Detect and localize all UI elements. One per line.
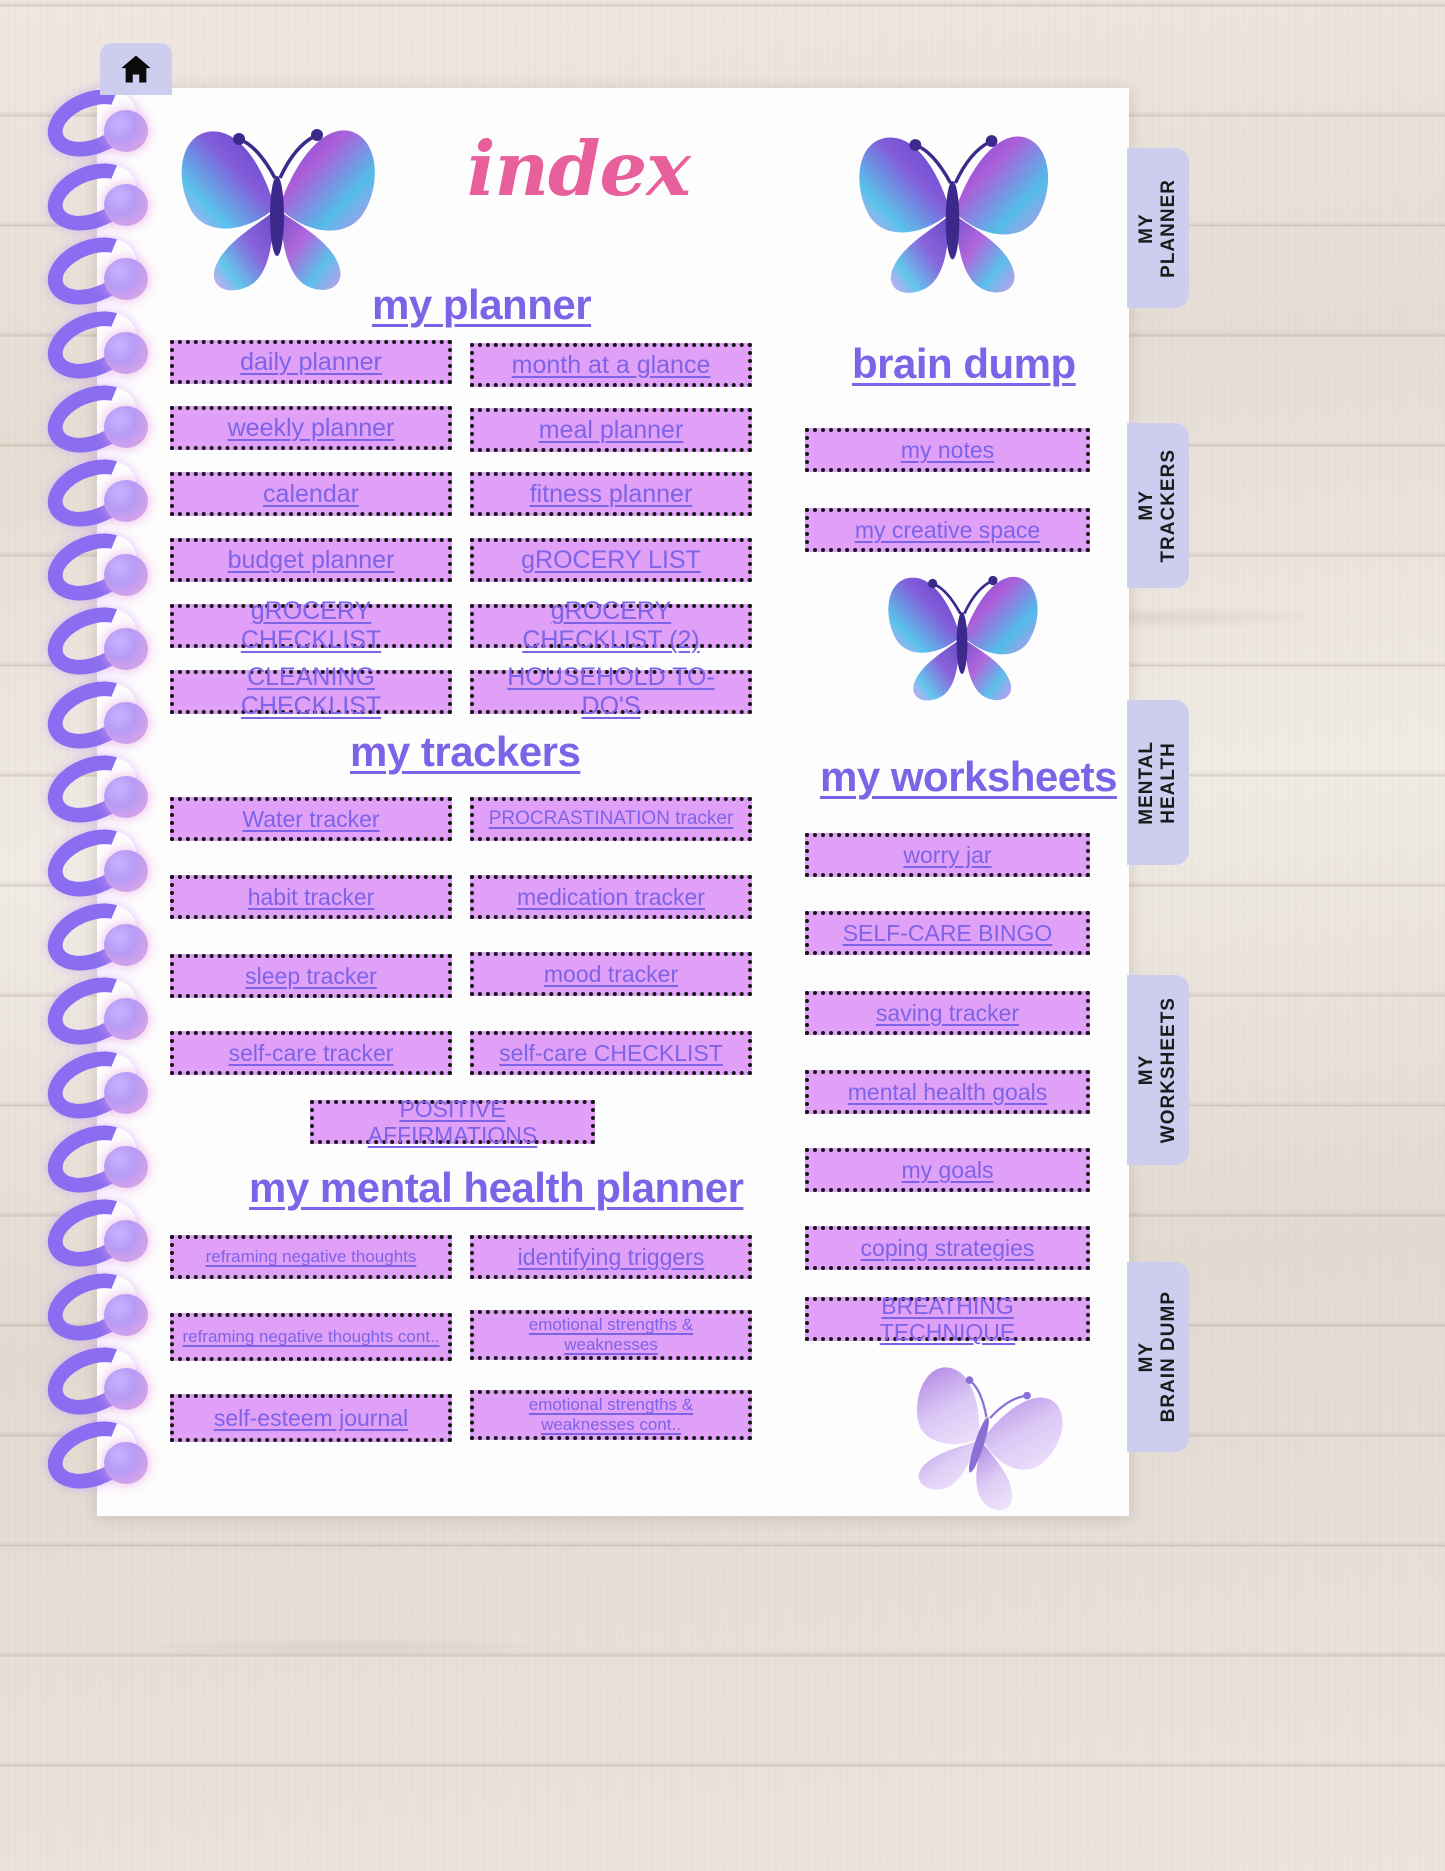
link-self-care-bingo[interactable]: SELF-CARE BINGO [805,911,1090,955]
link-self-esteem-journal[interactable]: self-esteem journal [170,1394,452,1442]
side-tab-2[interactable]: MENTAL HEALTH [1127,700,1189,865]
link-reframing-negative-thoughts-cont[interactable]: reframing negative thoughts cont.. [170,1313,452,1361]
side-tab-label: MY WORKSHEETS [1136,996,1179,1144]
heading-my-worksheets: my worksheets [820,753,1117,800]
home-icon [121,55,151,83]
side-tab-label: MY BRAIN DUMP [1136,1291,1179,1423]
link-my-goals[interactable]: my goals [805,1148,1090,1192]
link-self-care-tracker[interactable]: self-care tracker [170,1031,452,1075]
link-water-tracker[interactable]: Water tracker [170,797,452,841]
heading-my-mental-health-planner: my mental health planner [249,1164,744,1211]
side-tab-3[interactable]: MY WORKSHEETS [1127,975,1189,1165]
butterfly-decoration-bottom-right [874,1339,1090,1533]
butterfly-decoration-top-right [845,110,1060,305]
butterfly-decoration-middle-right [877,558,1047,708]
planner-page: index my planner daily planner weekly pl… [97,88,1129,1516]
side-tab-label: MENTAL HEALTH [1136,740,1179,825]
side-tab-1[interactable]: MY TRACKERS [1127,423,1189,588]
link-emotional-strengths-weaknesses-cont[interactable]: emotional strengths & weaknesses cont.. [470,1390,752,1440]
link-month-at-a-glance[interactable]: month at a glance [470,343,752,387]
side-tab-4[interactable]: MY BRAIN DUMP [1127,1262,1189,1452]
page-title: index [467,125,691,213]
link-emotional-strengths-weaknesses[interactable]: emotional strengths & weaknesses [470,1310,752,1360]
link-meal-planner[interactable]: meal planner [470,408,752,452]
side-tab-label: MY PLANNER [1136,178,1179,278]
link-habit-tracker[interactable]: habit tracker [170,875,452,919]
link-identifying-triggers[interactable]: identifying triggers [470,1235,752,1279]
link-self-care-checklist[interactable]: self-care CHECKLIST [470,1031,752,1075]
link-positive-affirmations[interactable]: POSITIVE AFFIRMATIONS [310,1096,595,1148]
link-mental-health-goals[interactable]: mental health goals [805,1070,1090,1114]
link-medication-tracker[interactable]: medication tracker [470,875,752,919]
link-my-creative-space[interactable]: my creative space [805,508,1090,552]
link-calendar[interactable]: calendar [170,472,452,516]
link-coping-strategies[interactable]: coping strategies [805,1226,1090,1270]
link-sleep-tracker[interactable]: sleep tracker [170,954,452,998]
page-content: index my planner daily planner weekly pl… [97,88,1129,1516]
home-button[interactable] [100,43,172,95]
link-my-notes[interactable]: my notes [805,428,1090,472]
heading-my-planner: my planner [372,281,592,328]
link-cleaning-checklist[interactable]: CLEANING CHECKLIST [170,663,452,720]
link-weekly-planner[interactable]: weekly planner [170,406,452,450]
heading-brain-dump: brain dump [852,340,1076,387]
link-grocery-list[interactable]: gROCERY LIST [470,538,752,582]
side-tab-0[interactable]: MY PLANNER [1127,148,1189,308]
link-breathing-technique[interactable]: BREATHING TECHNIQUE [805,1293,1090,1345]
link-grocery-checklist[interactable]: gROCERY CHECKLIST [170,597,452,654]
butterfly-decoration-top-left [167,108,387,298]
side-tab-label: MY TRACKERS [1136,448,1179,563]
link-fitness-planner[interactable]: fitness planner [470,472,752,516]
link-procrastination-tracker[interactable]: PROCRASTINATION tracker [470,797,752,841]
link-worry-jar[interactable]: worry jar [805,833,1090,877]
link-grocery-checklist-2[interactable]: gROCERY CHECKLIST (2) [470,597,752,654]
link-mood-tracker[interactable]: mood tracker [470,952,752,996]
link-budget-planner[interactable]: budget planner [170,538,452,582]
heading-my-trackers: my trackers [350,728,581,775]
link-saving-tracker[interactable]: saving tracker [805,991,1090,1035]
link-reframing-negative-thoughts[interactable]: reframing negative thoughts [170,1235,452,1279]
link-daily-planner[interactable]: daily planner [170,340,452,384]
link-household-todos[interactable]: HOUSEHOLD TO-DO'S [470,663,752,720]
